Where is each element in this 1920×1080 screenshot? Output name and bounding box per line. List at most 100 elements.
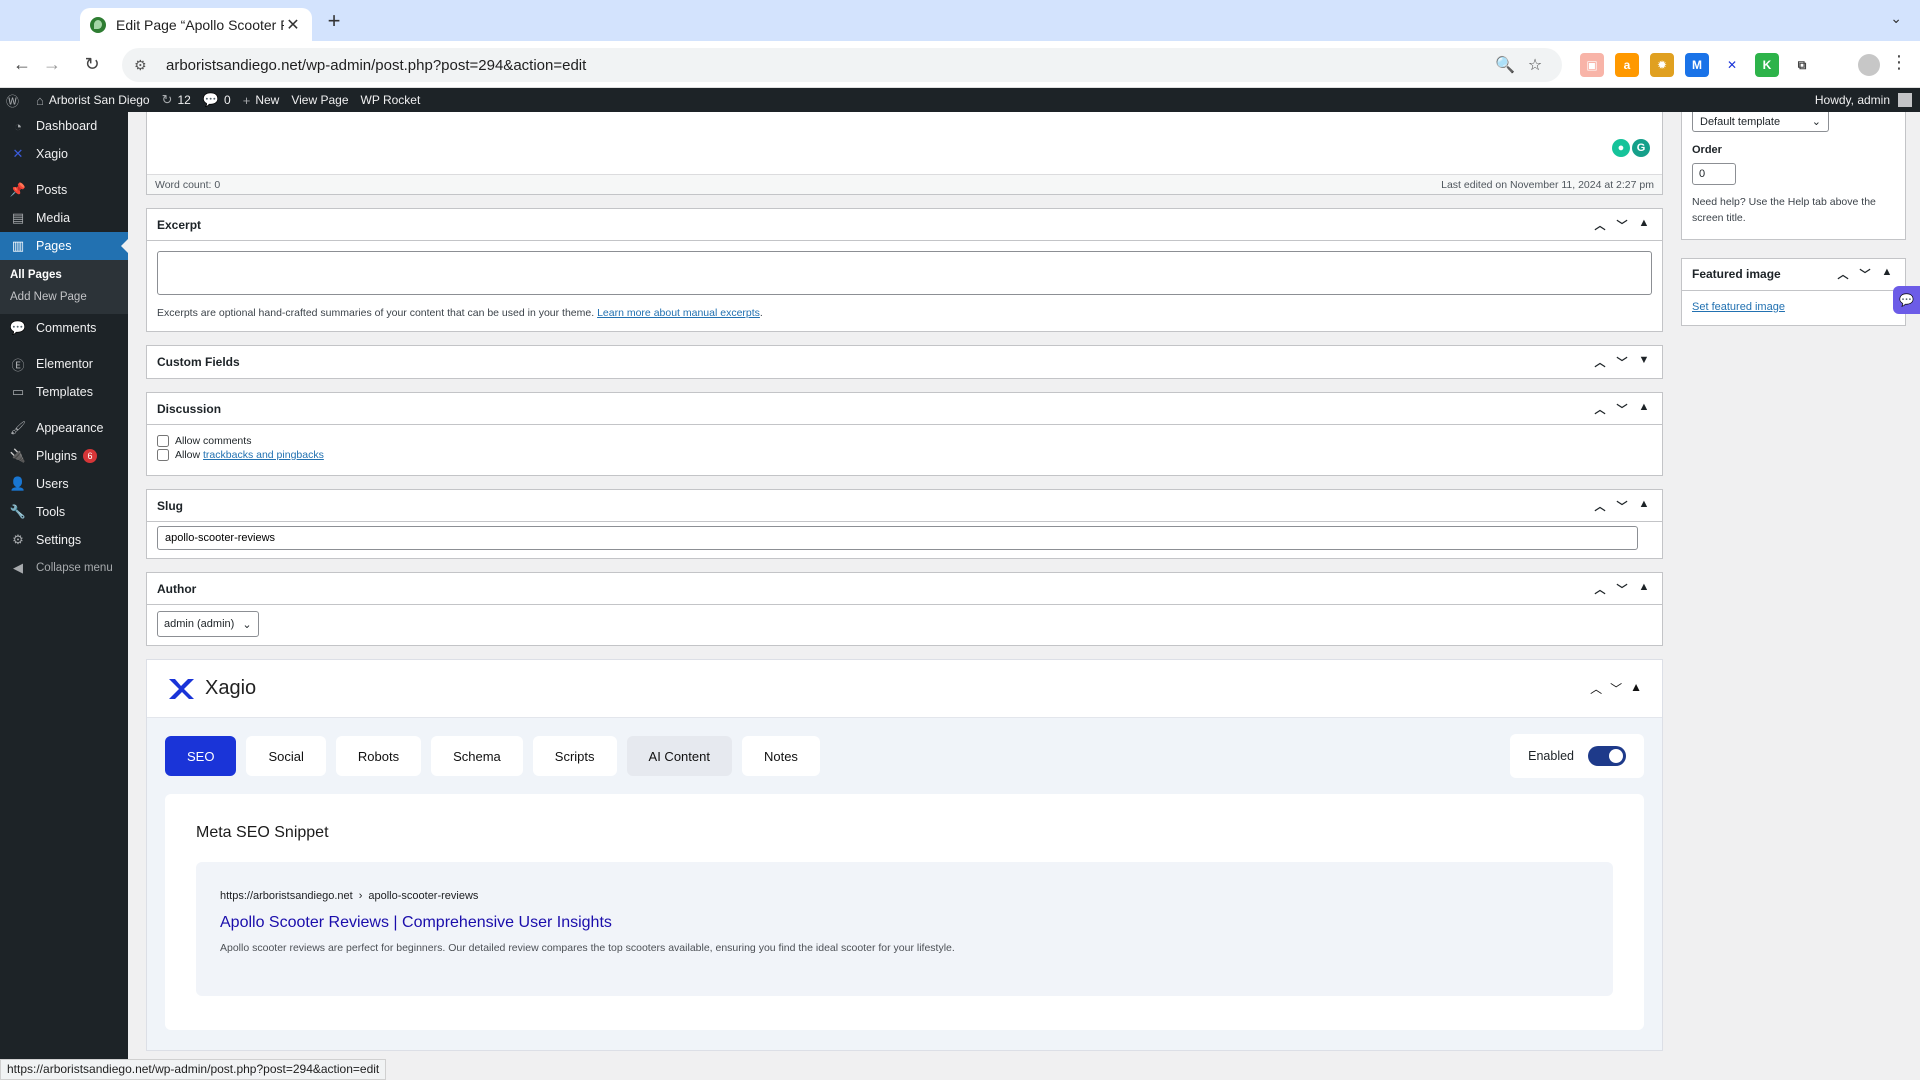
- featured-image-header[interactable]: Featured image ︿ ﹀ ▲: [1682, 259, 1905, 291]
- move-down-icon[interactable]: ﹀: [1614, 581, 1630, 597]
- menu-templates[interactable]: ▭ Templates: [0, 378, 128, 406]
- submenu-add-new-page[interactable]: Add New Page: [0, 286, 128, 308]
- tab-title: Edit Page “Apollo Scooter Re: [116, 16, 284, 33]
- move-down-icon[interactable]: ﹀: [1857, 266, 1873, 282]
- move-up-icon[interactable]: ︿: [1592, 581, 1608, 597]
- new-content-link[interactable]: + New: [237, 88, 286, 112]
- move-up-icon[interactable]: ︿: [1592, 498, 1608, 514]
- slug-input[interactable]: [157, 526, 1638, 550]
- xagio-header[interactable]: Xagio ︿ ﹀ ▲: [147, 660, 1662, 718]
- move-up-icon[interactable]: ︿: [1592, 217, 1608, 233]
- tab-schema[interactable]: Schema: [431, 736, 523, 776]
- menu-dashboard[interactable]: ◔ Dashboard: [0, 112, 128, 140]
- move-down-icon[interactable]: ﹀: [1614, 217, 1630, 233]
- tab-social[interactable]: Social: [246, 736, 326, 776]
- tab-search-chevron-icon[interactable]: ⌄: [1890, 10, 1902, 27]
- excerpt-textarea[interactable]: [157, 251, 1652, 295]
- editor-area[interactable]: ● G Word count: 0 Last edited on Novembe…: [146, 112, 1663, 195]
- updates-link[interactable]: ↻ 12: [156, 88, 197, 112]
- wp-rocket-link[interactable]: WP Rocket: [355, 88, 427, 112]
- allow-comments-checkbox[interactable]: [157, 435, 169, 447]
- author-header[interactable]: Author ︿ ﹀ ▲: [147, 573, 1662, 605]
- toggle-panel-icon[interactable]: ▼: [1636, 354, 1652, 370]
- grammarly-suggestion-icon[interactable]: ●: [1612, 139, 1630, 157]
- trackbacks-link[interactable]: trackbacks and pingbacks: [203, 449, 324, 461]
- move-down-icon[interactable]: ﹀: [1614, 401, 1630, 417]
- move-up-icon[interactable]: ︿: [1590, 680, 1602, 697]
- toggle-panel-icon[interactable]: ▲: [1630, 680, 1642, 697]
- move-down-icon[interactable]: ﹀: [1614, 498, 1630, 514]
- menu-users[interactable]: 👤 Users: [0, 470, 128, 498]
- collapse-menu-button[interactable]: ◀ Collapse menu: [0, 554, 128, 582]
- extension-1-icon[interactable]: ▣: [1580, 53, 1604, 77]
- new-tab-button[interactable]: +: [320, 8, 348, 36]
- menu-comments[interactable]: 💬 Comments: [0, 314, 128, 342]
- amazon-extension-icon[interactable]: a: [1615, 53, 1639, 77]
- browser-menu-icon[interactable]: ⋮: [1890, 52, 1908, 73]
- grammarly-g-icon[interactable]: G: [1632, 139, 1650, 157]
- tab-scripts[interactable]: Scripts: [532, 736, 617, 776]
- menu-elementor[interactable]: Ⓔ Elementor: [0, 350, 128, 378]
- extensions-puzzle-icon[interactable]: ⧉: [1790, 53, 1814, 77]
- site-info-icon[interactable]: ⚙: [134, 57, 156, 74]
- extension-k-icon[interactable]: K: [1755, 53, 1779, 77]
- toggle-panel-icon[interactable]: ▲: [1636, 217, 1652, 233]
- move-up-icon[interactable]: ︿: [1592, 401, 1608, 417]
- tab-robots[interactable]: Robots: [335, 736, 422, 776]
- tab-seo[interactable]: SEO: [165, 736, 237, 776]
- menu-appearance[interactable]: 🖌 Appearance: [0, 414, 128, 442]
- xagio-extension-icon[interactable]: ✕: [1720, 53, 1744, 77]
- browser-tab[interactable]: Edit Page “Apollo Scooter Re ✕: [80, 8, 312, 41]
- serp-title[interactable]: Apollo Scooter Reviews | Comprehensive U…: [220, 914, 1589, 932]
- forward-icon[interactable]: →: [40, 53, 64, 77]
- bookmark-star-icon[interactable]: ☆: [1520, 55, 1550, 75]
- move-down-icon[interactable]: ﹀: [1614, 354, 1630, 370]
- profile-avatar-icon[interactable]: [1858, 54, 1880, 76]
- extension-3-icon[interactable]: ✹: [1650, 53, 1674, 77]
- slug-header[interactable]: Slug ︿ ﹀ ▲: [147, 490, 1662, 522]
- menu-posts[interactable]: 📌 Posts: [0, 176, 128, 204]
- excerpt-header[interactable]: Excerpt ︿ ﹀ ▲: [147, 209, 1662, 241]
- toggle-panel-icon[interactable]: ▲: [1636, 498, 1652, 514]
- menu-pages[interactable]: ▥ Pages: [0, 232, 128, 260]
- allow-pings-checkbox[interactable]: [157, 449, 169, 461]
- toggle-panel-icon[interactable]: ▲: [1636, 401, 1652, 417]
- order-input[interactable]: 0: [1692, 163, 1736, 185]
- menu-plugins[interactable]: 🔌 Plugins 6: [0, 442, 128, 470]
- menu-settings[interactable]: ⚙ Settings: [0, 526, 128, 554]
- extension-m-icon[interactable]: M: [1685, 53, 1709, 77]
- back-icon[interactable]: ←: [10, 53, 34, 77]
- discussion-header[interactable]: Discussion ︿ ﹀ ▲: [147, 393, 1662, 425]
- move-down-icon[interactable]: ﹀: [1610, 680, 1622, 697]
- url-text[interactable]: arboristsandiego.net/wp-admin/post.php?p…: [166, 57, 1490, 74]
- my-account[interactable]: Howdy, admin: [1815, 93, 1920, 107]
- move-up-icon[interactable]: ︿: [1835, 266, 1851, 282]
- view-page-link[interactable]: View Page: [285, 88, 354, 112]
- address-bar[interactable]: ⚙ arboristsandiego.net/wp-admin/post.php…: [122, 48, 1562, 82]
- zoom-icon[interactable]: 🔍: [1490, 55, 1520, 75]
- reload-icon[interactable]: ↻: [80, 53, 104, 77]
- menu-media[interactable]: ▤ Media: [0, 204, 128, 232]
- tab-ai-content[interactable]: AI Content: [626, 736, 732, 776]
- site-name-link[interactable]: ⌂ Arborist San Diego: [30, 88, 156, 112]
- xagio-icon: ✕: [12, 146, 24, 161]
- move-up-icon[interactable]: ︿: [1592, 354, 1608, 370]
- toggle-panel-icon[interactable]: ▲: [1879, 266, 1895, 282]
- menu-tools[interactable]: 🔧 Tools: [0, 498, 128, 526]
- custom-fields-header[interactable]: Custom Fields ︿ ﹀ ▼: [147, 346, 1662, 378]
- template-select[interactable]: Default template ⌄: [1692, 112, 1829, 132]
- wordpress-logo-icon[interactable]: Ⓦ: [0, 88, 30, 112]
- submenu-all-pages[interactable]: All Pages: [0, 264, 128, 286]
- tab-notes[interactable]: Notes: [741, 736, 820, 776]
- close-tab-icon[interactable]: ✕: [284, 15, 302, 35]
- menu-xagio[interactable]: ✕ Xagio: [0, 140, 128, 168]
- serp-description[interactable]: Apollo scooter reviews are perfect for b…: [220, 942, 1589, 954]
- comments-link[interactable]: 💬 0: [197, 88, 237, 112]
- author-select[interactable]: admin (admin) ⌄: [157, 611, 259, 637]
- enabled-toggle[interactable]: [1588, 746, 1626, 766]
- learn-more-excerpts-link[interactable]: Learn more about manual excerpts: [597, 307, 760, 319]
- chat-widget-icon[interactable]: 💬: [1893, 286, 1920, 314]
- toggle-panel-icon[interactable]: ▲: [1636, 581, 1652, 597]
- featured-image-title: Featured image: [1692, 267, 1781, 281]
- set-featured-image-link[interactable]: Set featured image: [1692, 301, 1785, 313]
